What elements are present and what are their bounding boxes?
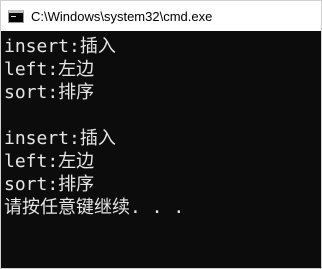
console-line: sort:排序 — [4, 174, 95, 195]
console-output[interactable]: insert:插入 left:左边 sort:排序 insert:插入 left… — [1, 31, 321, 268]
console-line: sort:排序 — [4, 82, 95, 103]
title-bar[interactable]: C:\Windows\system32\cmd.exe — [1, 1, 321, 31]
console-line: left:左边 — [4, 151, 95, 172]
console-line: left:左边 — [4, 59, 95, 80]
window-title: C:\Windows\system32\cmd.exe — [31, 8, 213, 24]
console-prompt-line: 请按任意键继续. . . — [4, 197, 185, 218]
cmd-window: C:\Windows\system32\cmd.exe insert:插入 le… — [0, 0, 322, 269]
console-icon[interactable] — [8, 9, 24, 23]
console-line: insert:插入 — [4, 128, 116, 149]
console-line: insert:插入 — [4, 36, 116, 57]
